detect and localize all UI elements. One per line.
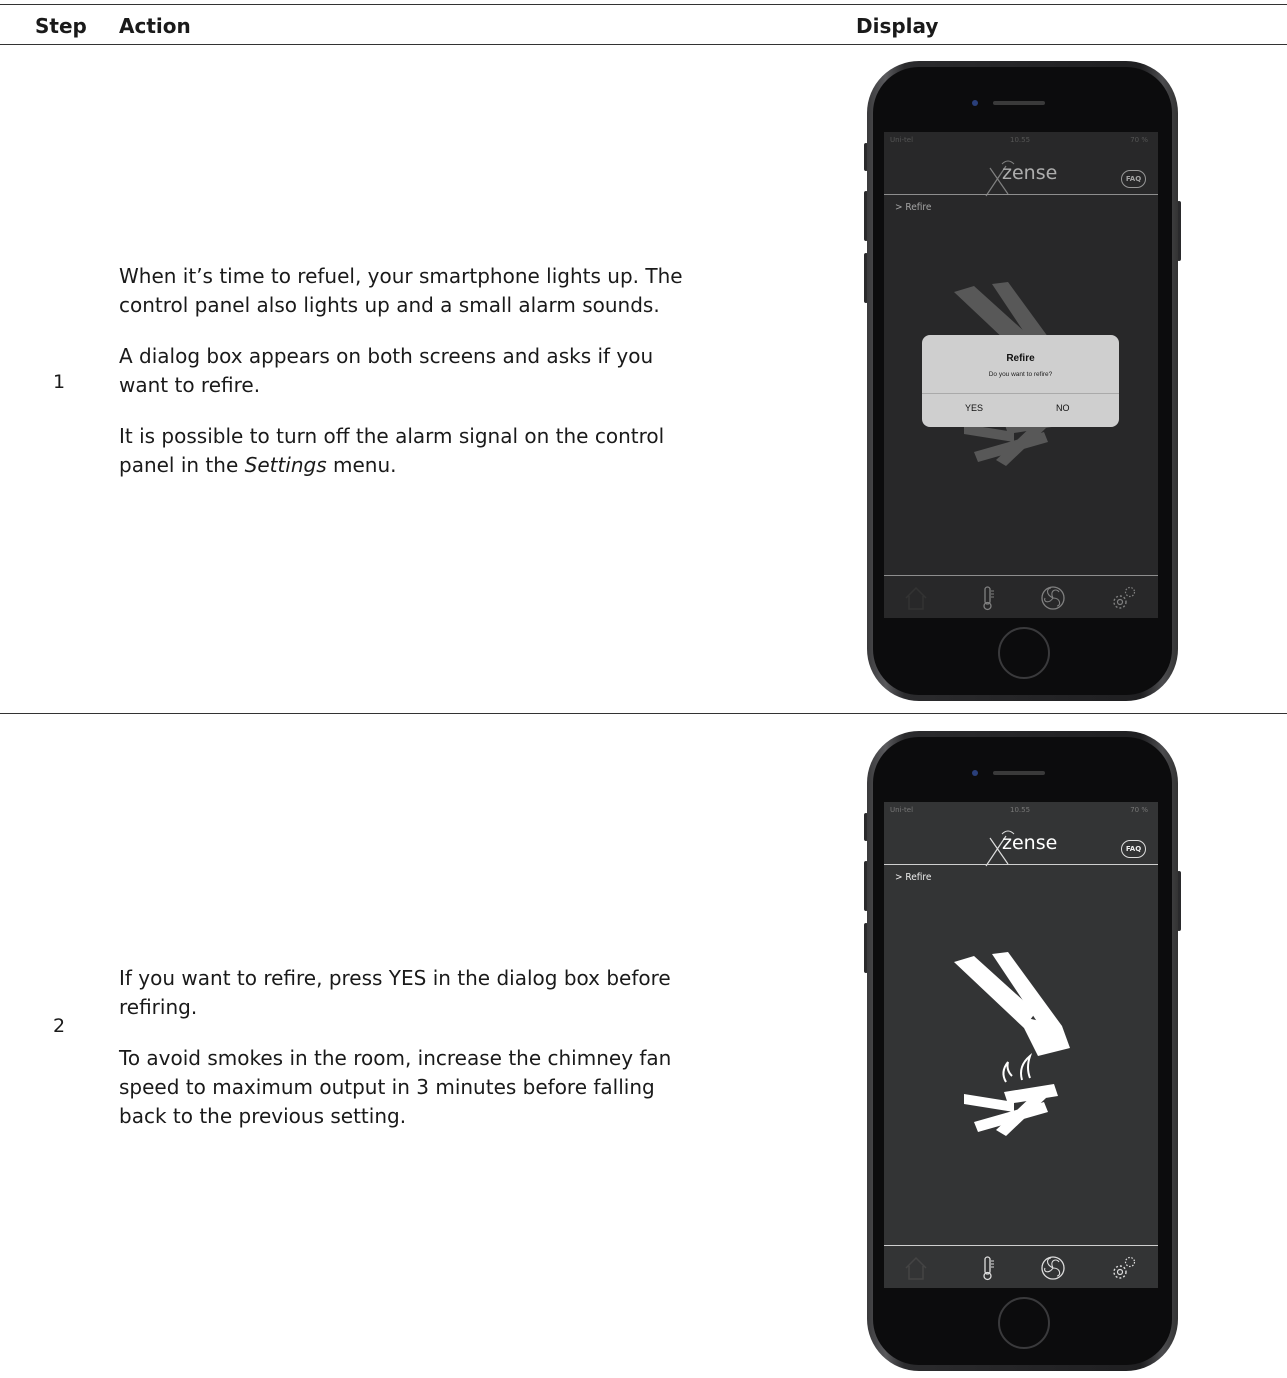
step-number-2: 2 [53, 1015, 66, 1037]
app-screen: Uni-tel 10.55 70 % zense FAQ > Refire [884, 802, 1158, 1288]
action-paragraph: A dialog box appears on both screens and… [119, 344, 654, 397]
header-step: Step [35, 14, 87, 38]
thermometer-tab-icon[interactable] [974, 1254, 1002, 1282]
phone-mockup-2: Uni-tel 10.55 70 % zense FAQ > Refire [864, 731, 1181, 1371]
header-action: Action [119, 14, 191, 38]
logo-text: zense [1002, 832, 1058, 854]
app-screen: Uni-tel 10.55 70 % zense FAQ > Refire [884, 132, 1158, 618]
phone-mockup-1: Uni-tel 10.55 70 % zense FAQ > Refire Re… [864, 61, 1181, 701]
home-tab-icon[interactable] [902, 1254, 930, 1282]
carrier-label: Uni-tel [890, 806, 914, 814]
header-rule [0, 44, 1287, 45]
dialog-title: Refire [1006, 353, 1035, 364]
action-text: menu. [326, 453, 397, 477]
refire-dialog: Refire Do you want to refire? YES NO [922, 335, 1119, 427]
settings-menu-name: Settings [244, 453, 327, 477]
action-paragraph: If you want to refire, press YES in the … [119, 966, 671, 1019]
earpiece-speaker [993, 101, 1045, 105]
front-camera [972, 770, 978, 776]
home-button[interactable] [998, 1297, 1050, 1349]
dialog-no-button[interactable]: NO [1056, 403, 1070, 413]
header-display: Display [856, 14, 939, 38]
top-rule [0, 4, 1287, 5]
dialog-message: Do you want to refire? [988, 371, 1053, 378]
row-rule [0, 713, 1287, 714]
settings-tab-icon[interactable] [1110, 1254, 1138, 1282]
action-text-1: When it’s time to refuel, your smartphon… [119, 262, 699, 502]
battery-label: 70 % [1130, 806, 1148, 814]
action-text-2: If you want to refire, press YES in the … [119, 964, 699, 1153]
fan-tab-icon[interactable] [1039, 1254, 1067, 1282]
step-number-1: 1 [53, 371, 66, 393]
status-time: 10.55 [1010, 806, 1031, 814]
firewood-icon [954, 952, 1070, 1136]
front-camera [972, 100, 978, 106]
action-paragraph: When it’s time to refuel, your smartphon… [119, 264, 683, 317]
earpiece-speaker [993, 771, 1045, 775]
home-button[interactable] [998, 627, 1050, 679]
dialog-divider [922, 393, 1119, 394]
header-divider [884, 864, 1158, 865]
status-bar: Uni-tel 10.55 70 % [884, 802, 1158, 820]
action-paragraph: It is possible to turn off the alarm sig… [119, 422, 699, 480]
action-paragraph: To avoid smokes in the room, increase th… [119, 1046, 672, 1128]
tab-bar [884, 1246, 1158, 1288]
dialog-yes-button[interactable]: YES [965, 403, 983, 413]
faq-button[interactable]: FAQ [1121, 840, 1146, 858]
breadcrumb: > Refire [895, 872, 932, 883]
